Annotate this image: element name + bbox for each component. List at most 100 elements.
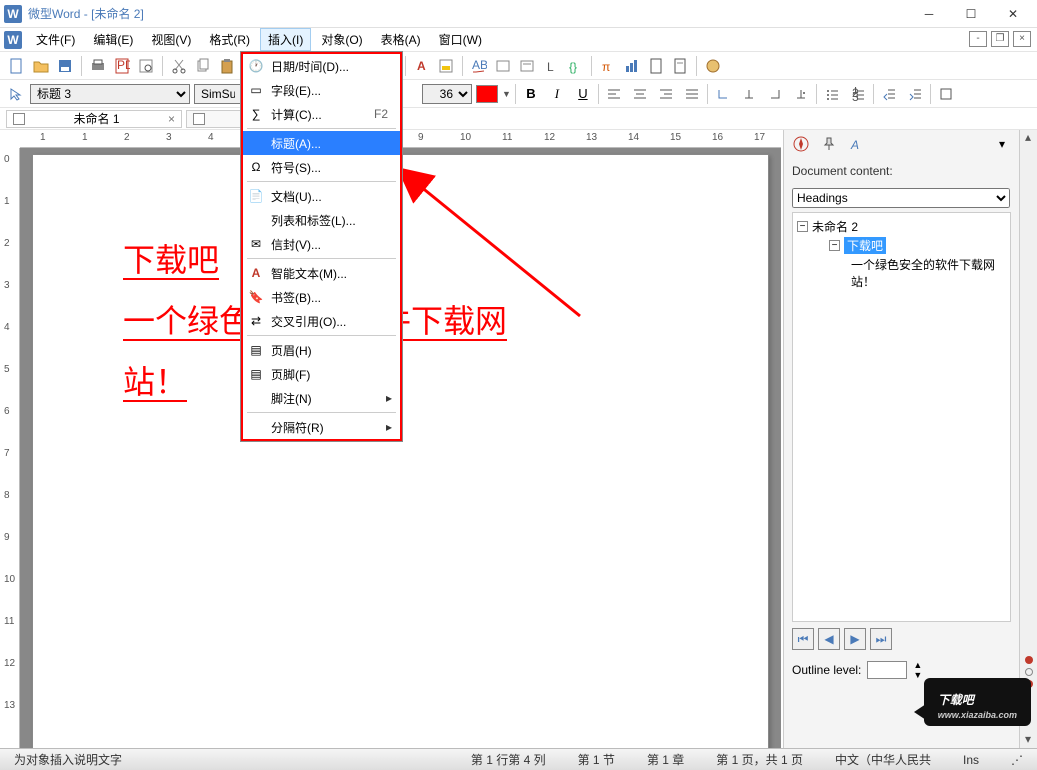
copy-icon[interactable] (192, 55, 214, 77)
font-color-a-icon[interactable]: A (411, 55, 433, 77)
open-icon[interactable] (30, 55, 52, 77)
status-language: 中文（中华人民共 (829, 751, 937, 768)
nav-last-button[interactable]: ⏭ (870, 628, 892, 650)
menu-window[interactable]: 窗口(W) (431, 28, 490, 51)
collapse-icon[interactable]: − (829, 240, 840, 251)
menu-item-calc[interactable]: ∑计算(C)...F2 (243, 102, 400, 126)
mdi-close-button[interactable]: × (1013, 31, 1031, 47)
menu-item-footer[interactable]: ▤页脚(F) (243, 362, 400, 386)
export-pdf-icon[interactable]: PDF (111, 55, 133, 77)
menu-item-title[interactable]: 标题(A)... (243, 131, 400, 155)
svg-text:A: A (417, 59, 426, 73)
list-numbers-icon[interactable]: 123 (847, 83, 869, 105)
new-doc-icon[interactable] (6, 55, 28, 77)
scroll-up-icon[interactable]: ▴ (1020, 130, 1036, 146)
menu-file[interactable]: 文件(F) (28, 28, 83, 51)
nav-next-button[interactable]: ▶ (844, 628, 866, 650)
cut-icon[interactable] (168, 55, 190, 77)
outline-level-input[interactable] (867, 661, 907, 679)
paste-icon[interactable] (216, 55, 238, 77)
close-button[interactable]: ✕ (993, 2, 1033, 26)
tabstop-right-icon[interactable] (764, 83, 786, 105)
mdi-minimize-button[interactable]: - (969, 31, 987, 47)
nav-a-icon[interactable]: A (846, 133, 868, 155)
pi-icon[interactable]: π (597, 55, 619, 77)
brackets-icon[interactable]: {} (564, 55, 586, 77)
nav-pin-icon[interactable] (818, 133, 840, 155)
nav-dot-red-icon[interactable] (1025, 656, 1033, 664)
bold-button[interactable]: B (520, 83, 542, 105)
nav-first-button[interactable]: ⏮ (792, 628, 814, 650)
minimize-button[interactable]: ─ (909, 2, 949, 26)
doc-heading-1[interactable]: 下载吧 (123, 242, 219, 280)
outline-tree[interactable]: −未命名 2 −下载吧 一个绿色安全的软件下载网站！ (792, 212, 1011, 622)
maximize-button[interactable]: ☐ (951, 2, 991, 26)
menu-insert[interactable]: 插入(I) (260, 28, 311, 51)
menu-edit[interactable]: 编辑(E) (85, 28, 141, 51)
border-icon[interactable] (935, 83, 957, 105)
menu-object[interactable]: 对象(O) (313, 28, 370, 51)
align-left-icon[interactable] (603, 83, 625, 105)
outline-stepper-icon[interactable]: ▲▼ (913, 660, 922, 680)
underline-button[interactable]: U (572, 83, 594, 105)
print-icon[interactable] (87, 55, 109, 77)
doc-heading-3[interactable]: 站！ (123, 364, 187, 402)
page-icon[interactable] (645, 55, 667, 77)
tabstop-left-icon[interactable] (712, 83, 734, 105)
preview-icon[interactable] (135, 55, 157, 77)
menu-format[interactable]: 格式(R) (201, 28, 258, 51)
nav-dropdown-icon[interactable]: ▾ (991, 133, 1013, 155)
headings-filter-select[interactable]: Headings (792, 188, 1010, 208)
align-right-icon[interactable] (655, 83, 677, 105)
italic-button[interactable]: I (546, 83, 568, 105)
font-size-select[interactable]: 36 (422, 84, 472, 104)
page2-icon[interactable] (669, 55, 691, 77)
para-icon-1[interactable] (492, 55, 514, 77)
menu-item-smarttext[interactable]: A智能文本(M)... (243, 261, 400, 285)
align-justify-icon[interactable] (681, 83, 703, 105)
nav-dot-icon[interactable] (1025, 668, 1033, 676)
menu-item-envelope[interactable]: ✉信封(V)... (243, 232, 400, 256)
selection-cursor-icon[interactable] (6, 84, 26, 104)
menu-item-symbol[interactable]: Ω符号(S)... (243, 155, 400, 179)
scroll-down-icon[interactable]: ▾ (1020, 732, 1036, 748)
menu-item-field[interactable]: ▭字段(E)... (243, 78, 400, 102)
indent-inc-icon[interactable] (904, 83, 926, 105)
style-select[interactable]: 标题 3 (30, 84, 190, 104)
doc-logo-icon: W (4, 31, 22, 49)
tabstop-decimal-icon[interactable] (790, 83, 812, 105)
para-icon-2[interactable] (516, 55, 538, 77)
menu-item-footnote[interactable]: 脚注(N)▸ (243, 386, 400, 410)
list-bullets-icon[interactable] (821, 83, 843, 105)
menu-item-header[interactable]: ▤页眉(H) (243, 338, 400, 362)
collapse-icon[interactable]: − (797, 221, 808, 232)
menu-item-list-label[interactable]: 列表和标签(L)... (243, 208, 400, 232)
tree-root[interactable]: −未命名 2 (797, 217, 1006, 236)
nav-compass-icon[interactable] (790, 133, 812, 155)
indent-dec-icon[interactable] (878, 83, 900, 105)
menu-table[interactable]: 表格(A) (373, 28, 429, 51)
menu-item-document[interactable]: 📄文档(U)... (243, 184, 400, 208)
svg-text:L: L (547, 60, 554, 74)
nav-prev-button[interactable]: ◀ (818, 628, 840, 650)
palette-icon[interactable] (702, 55, 724, 77)
tree-node-2[interactable]: 一个绿色安全的软件下载网站！ (797, 255, 1006, 291)
font-color-picker[interactable] (476, 85, 498, 103)
align-center-icon[interactable] (629, 83, 651, 105)
doc-tab-1[interactable]: 未命名 1 × (6, 110, 182, 128)
menu-item-separator[interactable]: 分隔符(R)▸ (243, 415, 400, 439)
highlight-icon[interactable] (435, 55, 457, 77)
letter-l-icon[interactable]: L (540, 55, 562, 77)
mdi-restore-button[interactable]: ❐ (991, 31, 1009, 47)
tabstop-center-icon[interactable] (738, 83, 760, 105)
doc-tab-close-icon[interactable]: × (168, 112, 175, 126)
menu-item-bookmark[interactable]: 🔖书签(B)... (243, 285, 400, 309)
vertical-scrollbar[interactable]: ▴ ▾ (1019, 130, 1037, 748)
spellcheck-icon[interactable]: ABC (468, 55, 490, 77)
save-icon[interactable] (54, 55, 76, 77)
menu-item-crossref[interactable]: ⇄交叉引用(O)... (243, 309, 400, 333)
menu-view[interactable]: 视图(V) (143, 28, 199, 51)
tree-node-1[interactable]: −下载吧 (797, 236, 1006, 255)
chart-icon[interactable] (621, 55, 643, 77)
menu-item-datetime[interactable]: 🕐日期/时间(D)... (243, 54, 400, 78)
